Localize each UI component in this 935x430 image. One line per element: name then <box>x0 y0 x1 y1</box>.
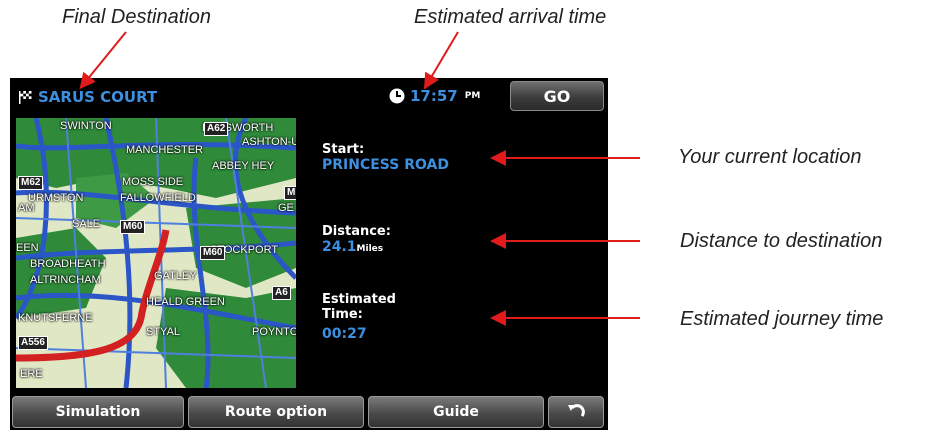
road-badge: M <box>284 186 296 200</box>
top-bar: SARUS COURT 17:57 PM GO <box>10 78 608 116</box>
time-label-line2: Time: <box>322 307 363 322</box>
map-label: ASHTON-U <box>242 136 296 148</box>
eta-ampm: PM <box>464 91 481 101</box>
destination-display[interactable]: SARUS COURT <box>18 88 157 106</box>
time-label-line1: Estimated <box>322 292 396 307</box>
annotation-estimated-arrival-time: Estimated arrival time <box>414 6 607 28</box>
annotation-distance-to-destination: Distance to destination <box>680 230 883 252</box>
checkered-flag-icon <box>18 90 32 104</box>
distance-value: 24.1 <box>322 239 357 255</box>
route-map[interactable]: SWINTON FAILSWORTH ASHTON-U MANCHESTER A… <box>16 118 296 388</box>
road-badge: A62 <box>204 122 229 136</box>
guide-button[interactable]: Guide <box>368 396 544 428</box>
road-badge: M60 <box>200 246 226 260</box>
road-badge: M60 <box>120 220 146 234</box>
go-button[interactable]: GO <box>510 81 604 111</box>
map-label: ERE <box>20 368 43 380</box>
start-info: Start: PRINCESS ROAD <box>322 142 449 173</box>
map-label: GE <box>278 202 294 214</box>
back-button[interactable] <box>548 396 604 428</box>
distance-info: Distance: 24.1Miles <box>322 224 391 255</box>
road-badge: A6 <box>272 286 291 300</box>
map-label: ALTRINCHAM <box>30 274 101 286</box>
annotation-current-location: Your current location <box>678 146 862 168</box>
map-label: AM <box>18 202 35 214</box>
annotation-final-destination: Final Destination <box>62 6 211 28</box>
route-option-button[interactable]: Route option <box>188 396 364 428</box>
navigation-screen: SARUS COURT 17:57 PM GO SWINTON FAILSWOR… <box>10 78 608 430</box>
map-label: MANCHESTER <box>126 144 204 156</box>
start-value: PRINCESS ROAD <box>322 157 449 173</box>
map-label: KNUTSFERNE <box>18 312 93 324</box>
back-arrow-icon <box>566 402 586 422</box>
eta-time: 17:57 <box>410 87 458 105</box>
bottom-bar: Simulation Route option Guide <box>10 394 608 430</box>
map-label: FALLOWFIELD <box>120 192 196 204</box>
eta-display: 17:57 PM <box>389 87 480 105</box>
map-label: EEN <box>16 242 39 254</box>
road-badge: A556 <box>18 336 48 350</box>
distance-label: Distance: <box>322 224 391 239</box>
annotation-estimated-journey-time: Estimated journey time <box>680 308 884 330</box>
map-label: SALE <box>72 218 101 230</box>
time-info: Estimated Time: 00:27 <box>322 292 396 342</box>
simulation-button[interactable]: Simulation <box>12 396 184 428</box>
map-label: URMSTON <box>28 192 84 204</box>
start-label: Start: <box>322 142 365 157</box>
map-label: POYNTO <box>252 326 296 338</box>
map-label: STYAL <box>146 326 181 338</box>
map-label: ABBEY HEY <box>212 160 275 172</box>
map-label: MOSS SIDE <box>122 176 184 188</box>
time-value: 00:27 <box>322 326 367 342</box>
map-label: BROADHEATH <box>30 258 106 270</box>
clock-icon <box>389 88 405 104</box>
map-label: GATLEY <box>154 270 197 282</box>
road-badge: M62 <box>18 176 44 190</box>
destination-name: SARUS COURT <box>38 88 158 106</box>
distance-unit: Miles <box>356 244 384 254</box>
map-label: HEALD GREEN <box>146 296 225 308</box>
map-label: SWINTON <box>60 120 112 132</box>
